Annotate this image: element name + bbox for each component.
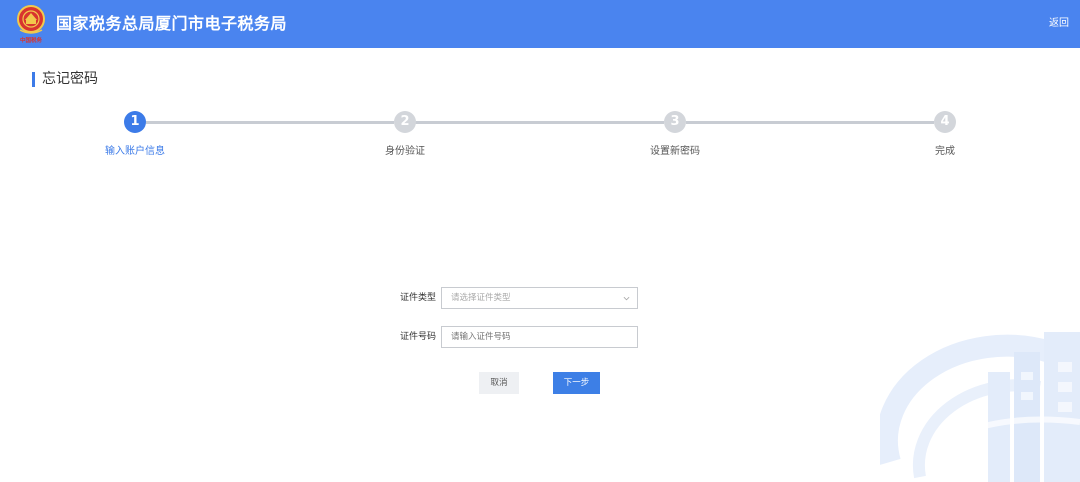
tax-emblem-icon: 中国税务: [17, 5, 45, 44]
step-1-circle: 1: [124, 111, 146, 133]
id-number-input[interactable]: [441, 326, 638, 348]
building-watermark-icon: [880, 332, 1080, 482]
step-4-label: 完成: [935, 146, 955, 157]
title-accent-bar: [32, 72, 35, 87]
step-connector-3: [686, 121, 934, 124]
step-4-circle: 4: [934, 111, 956, 133]
back-link[interactable]: 返回: [1049, 17, 1069, 31]
id-type-label: 证件类型: [399, 293, 436, 303]
step-3-circle: 3: [664, 111, 686, 133]
step-3-label: 设置新密码: [650, 146, 700, 157]
step-connector-2: [415, 121, 664, 124]
page-title: 忘记密码: [42, 71, 98, 87]
header: 中国税务 国家税务总局厦门市电子税务局 返回: [0, 0, 1080, 48]
id-type-placeholder: 请选择证件类型: [451, 293, 511, 303]
id-type-select[interactable]: 请选择证件类型: [441, 287, 638, 309]
step-2-circle: 2: [394, 111, 416, 133]
chevron-down-icon: [623, 296, 630, 301]
emblem-caption: 中国税务: [20, 36, 43, 44]
id-number-label: 证件号码: [399, 332, 436, 342]
next-step-button[interactable]: 下一步: [553, 372, 600, 394]
step-2-label: 身份验证: [385, 146, 425, 157]
step-1-label: 输入账户信息: [105, 146, 165, 157]
site-title: 国家税务总局厦门市电子税务局: [56, 14, 288, 33]
cancel-button[interactable]: 取消: [479, 372, 519, 394]
step-connector-1: [146, 121, 394, 124]
